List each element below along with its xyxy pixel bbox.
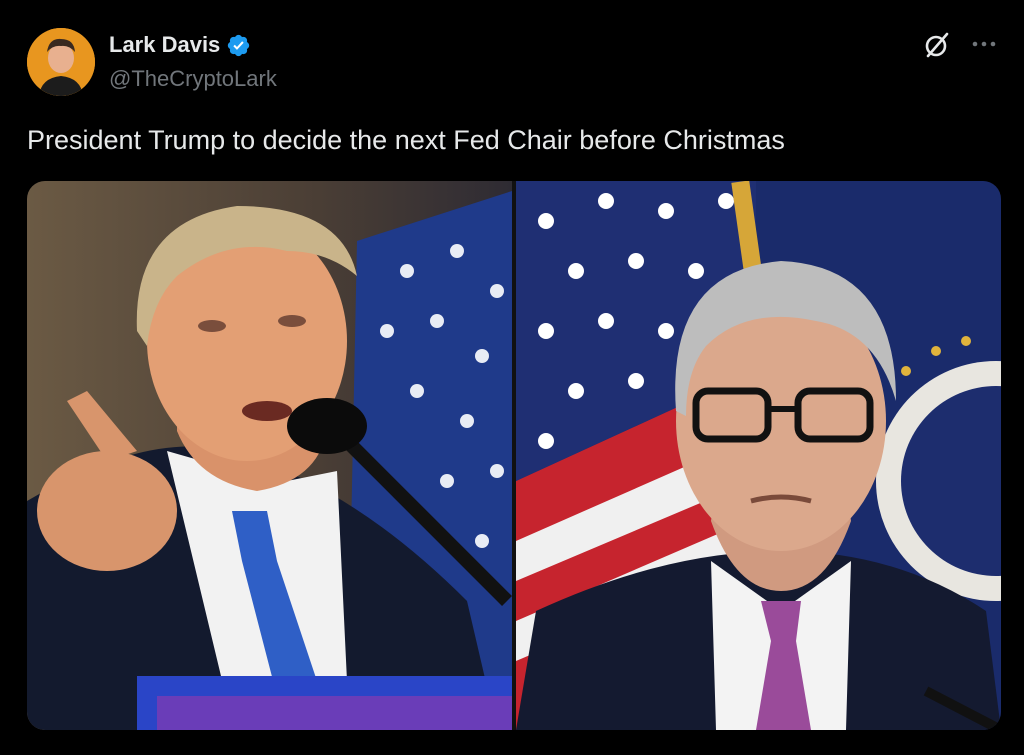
avatar[interactable] bbox=[27, 28, 95, 96]
tweet-media[interactable] bbox=[27, 181, 1001, 730]
media-image-left[interactable] bbox=[27, 181, 512, 730]
author-handle[interactable]: @TheCryptoLark bbox=[109, 66, 277, 92]
author-display-name[interactable]: Lark Davis bbox=[109, 32, 220, 58]
grok-icon[interactable] bbox=[922, 30, 952, 60]
media-image-right[interactable] bbox=[516, 181, 1001, 730]
avatar-image bbox=[27, 28, 95, 96]
verified-badge-icon[interactable] bbox=[226, 33, 251, 58]
speaker-photo bbox=[27, 181, 512, 730]
official-photo bbox=[516, 181, 1001, 730]
tweet-text: President Trump to decide the next Fed C… bbox=[27, 125, 785, 155]
more-options-icon[interactable] bbox=[970, 30, 998, 58]
author-name-row: Lark Davis bbox=[109, 32, 251, 58]
